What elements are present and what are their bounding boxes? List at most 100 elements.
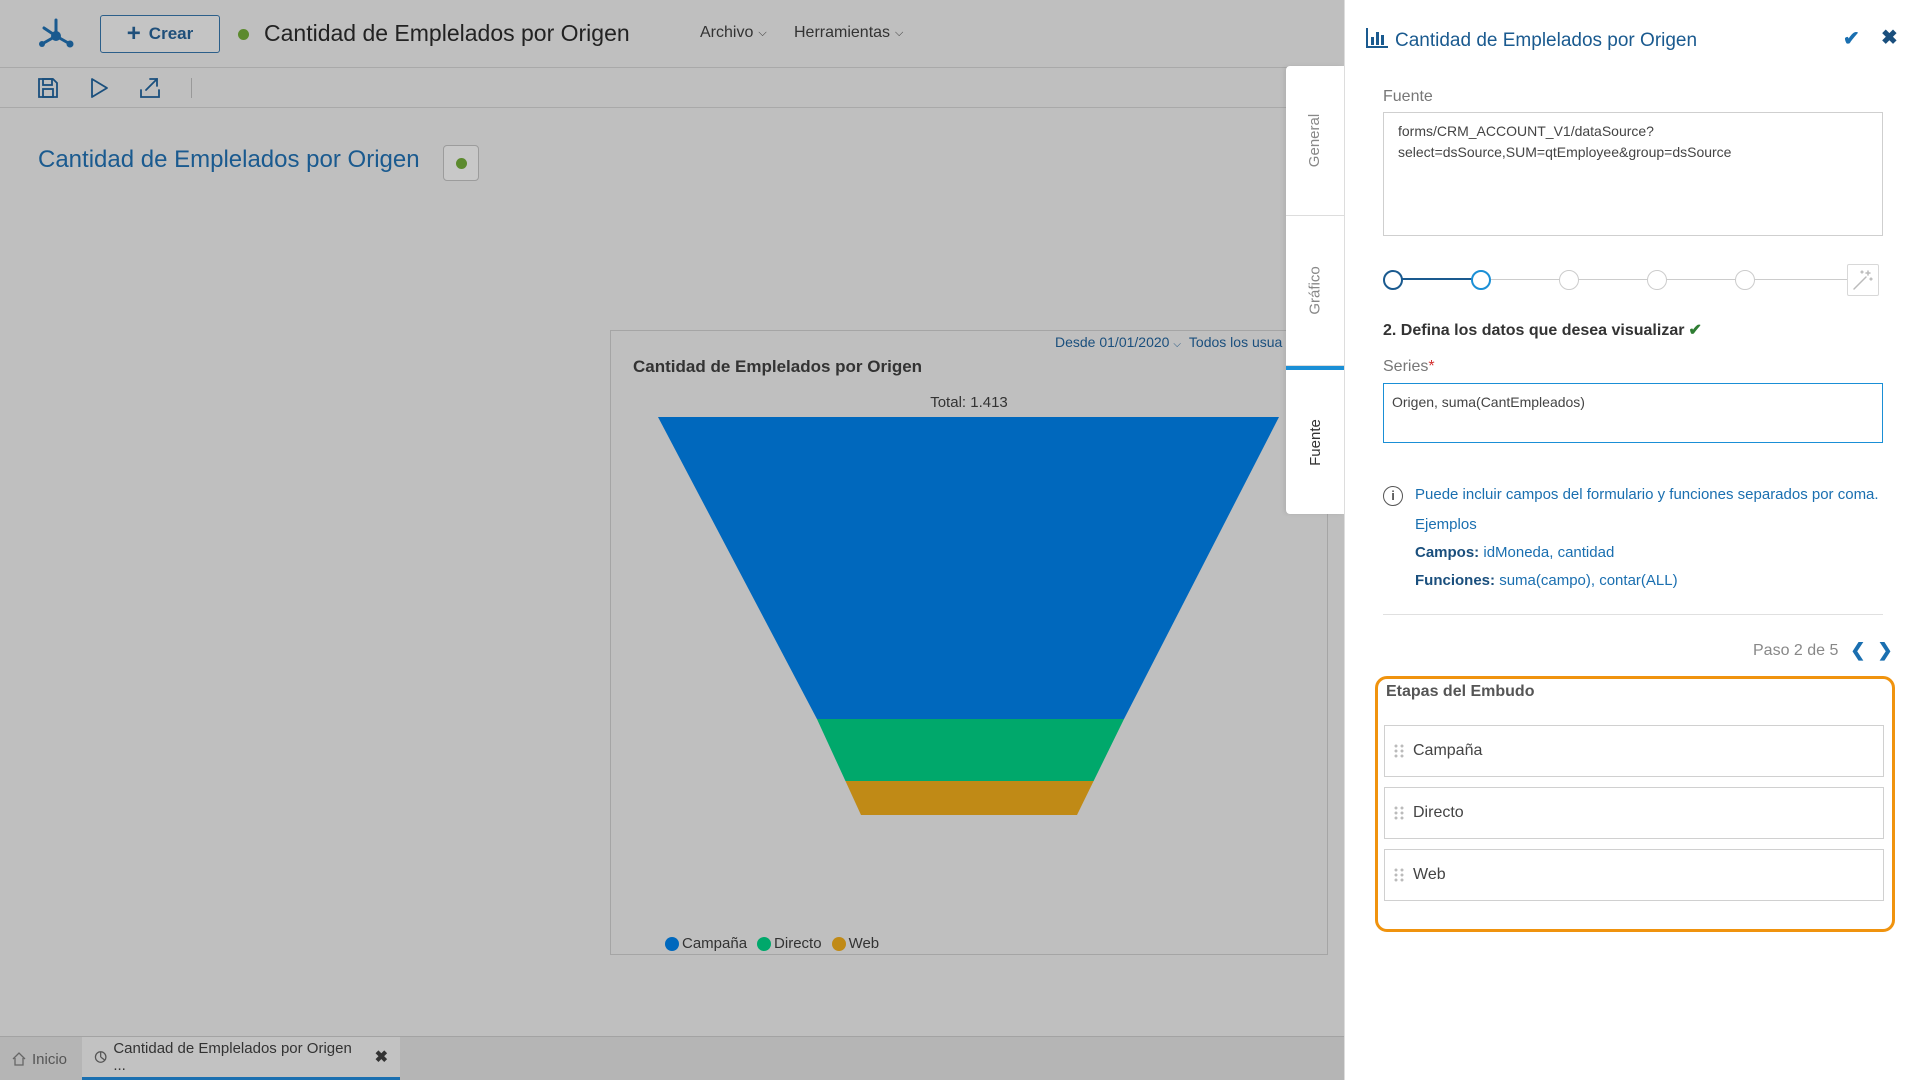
stepper-line [1393, 278, 1481, 280]
fields-label: Campos: [1415, 544, 1480, 561]
stages-title: Etapas del Embudo [1386, 683, 1535, 700]
series-label: Series* [1383, 358, 1435, 376]
stage-label: Campaña [1413, 742, 1483, 759]
divider [1383, 614, 1883, 615]
legend-item[interactable]: Web [831, 935, 880, 952]
logo-icon[interactable] [36, 14, 76, 54]
legend-dot-icon [757, 936, 772, 951]
legend-label: Directo [774, 935, 822, 952]
export-icon[interactable] [138, 76, 162, 100]
legend-label: Web [848, 935, 880, 952]
stage-label: Web [1413, 866, 1446, 883]
legend-item[interactable]: Campaña [665, 935, 747, 952]
series-label-text: Series [1383, 358, 1429, 375]
info-text: Puede incluir campos del formulario y fu… [1415, 486, 1879, 503]
legend-item[interactable]: Directo [757, 935, 822, 952]
examples-label: Ejemplos [1415, 516, 1477, 533]
fields-value: idMoneda, cantidad [1483, 544, 1615, 561]
drag-handle-icon[interactable] [1385, 805, 1413, 821]
tab-chart-active[interactable]: Cantidad de Emplelados por Origen ... ✖ [82, 1037, 400, 1080]
chart-title: Cantidad de Emplelados por Origen [633, 357, 923, 376]
page-title: Cantidad de Emplelados por Origen [38, 146, 420, 173]
status-badge[interactable] [443, 145, 479, 181]
side-tabs: General Gráfico Fuente [1286, 66, 1344, 514]
date-filter[interactable]: Desde 01/01/2020 ⌵ [1055, 334, 1181, 350]
chevron-down-icon: ⌵ [758, 26, 767, 39]
step-heading-text: 2. Defina los datos que desea visualizar [1383, 322, 1685, 339]
bar-chart-icon [1366, 28, 1388, 48]
required-marker: * [1428, 358, 1435, 375]
drag-handle-icon[interactable] [1385, 743, 1413, 759]
app-background: + Crear Cantidad de Emplelados por Orige… [0, 0, 1344, 1080]
chevron-right-icon[interactable]: ❯ [1878, 640, 1893, 661]
bottom-tab-bar: Inicio Cantidad de Emplelados por Origen… [0, 1036, 1344, 1080]
users-filter[interactable]: Todos los usua [1189, 334, 1282, 350]
step-navigation: Paso 2 de 5 ❮ ❯ [1753, 640, 1893, 661]
funnel-segment-campaña[interactable] [658, 417, 1279, 719]
menu-archivo-label: Archivo [700, 24, 754, 41]
tab-inicio-label: Inicio [32, 1050, 68, 1068]
chevron-down-icon: ⌵ [1173, 339, 1181, 350]
tab-general[interactable]: General [1286, 66, 1344, 216]
stage-label: Directo [1413, 804, 1464, 821]
panel-header: Cantidad de Emplelados por Origen ✔ ✖ [1345, 0, 1920, 78]
date-filter-label: Desde 01/01/2020 [1055, 334, 1170, 350]
source-label: Fuente [1383, 88, 1433, 105]
play-icon[interactable] [87, 76, 111, 100]
status-dot-icon [455, 157, 467, 169]
top-bar: + Crear Cantidad de Emplelados por Orige… [0, 0, 1344, 68]
step-1[interactable] [1383, 270, 1403, 290]
menu-herramientas[interactable]: Herramientas ⌵ [794, 24, 903, 42]
wizard-stepper [1383, 264, 1883, 296]
fields-example: Campos: idMoneda, cantidad [1415, 544, 1614, 561]
tab-chart-label: Cantidad de Emplelados por Origen ... [113, 1040, 352, 1074]
save-icon[interactable] [36, 76, 60, 100]
stage-item[interactable]: Campaña [1384, 725, 1884, 777]
chart-total: Total: 1.413 [930, 394, 1008, 411]
panel-title: Cantidad de Emplelados por Origen [1395, 30, 1698, 51]
pie-chart-icon [94, 1051, 107, 1063]
tab-fuente[interactable]: Fuente [1286, 366, 1344, 514]
tab-general-label: General [1306, 113, 1324, 168]
properties-panel: Cantidad de Emplelados por Origen ✔ ✖ Fu… [1344, 0, 1920, 1080]
confirm-check-icon[interactable]: ✔ [1843, 26, 1860, 51]
stage-item[interactable]: Directo [1384, 787, 1884, 839]
home-icon [12, 1052, 26, 1066]
step-5[interactable] [1735, 270, 1755, 290]
magic-wand-icon[interactable] [1847, 264, 1879, 296]
tab-grafico[interactable]: Gráfico [1286, 216, 1344, 366]
plus-icon: + [126, 20, 141, 47]
tab-fuente-label: Fuente [1306, 418, 1324, 466]
menu-herramientas-label: Herramientas [794, 24, 891, 41]
legend-dot-icon [831, 936, 846, 951]
stage-item[interactable]: Web [1384, 849, 1884, 901]
toolbar-separator [191, 78, 192, 98]
chevron-left-icon[interactable]: ❮ [1850, 640, 1865, 661]
menu-archivo[interactable]: Archivo ⌵ [700, 24, 767, 42]
step-heading: 2. Defina los datos que desea visualizar… [1383, 320, 1702, 340]
step-2[interactable] [1471, 270, 1491, 290]
drag-handle-icon[interactable] [1385, 867, 1413, 883]
step-4[interactable] [1647, 270, 1667, 290]
source-textarea[interactable]: forms/CRM_ACCOUNT_V1/dataSource? select=… [1383, 112, 1883, 236]
toolbar [0, 68, 1344, 108]
funnel-segment-web[interactable] [845, 781, 1094, 815]
close-icon[interactable]: ✖ [1881, 25, 1898, 50]
funnel-segment-directo[interactable] [816, 719, 1125, 781]
funnel-stages-section: Etapas del Embudo Campaña Directo Web [1375, 676, 1895, 932]
tab-inicio[interactable]: Inicio [0, 1037, 79, 1080]
funnel-chart [658, 417, 1279, 815]
step-counter: Paso 2 de 5 [1753, 641, 1839, 659]
status-dot-icon [238, 29, 249, 40]
chevron-down-icon: ⌵ [895, 26, 904, 39]
legend-dot-icon [665, 936, 679, 951]
crear-button[interactable]: + Crear [100, 15, 220, 53]
step-3[interactable] [1559, 270, 1579, 290]
legend-label: Campaña [682, 935, 748, 952]
series-textarea[interactable]: Origen, suma(CantEmpleados) [1383, 383, 1883, 443]
tab-grafico-label: Gráfico [1306, 266, 1324, 315]
close-tab-icon[interactable]: ✖ [375, 1047, 388, 1067]
chart-legend: Campaña Directo Web [665, 935, 879, 952]
functions-label: Funciones: [1415, 572, 1496, 589]
app-title: Cantidad de Emplelados por Origen [264, 20, 630, 46]
